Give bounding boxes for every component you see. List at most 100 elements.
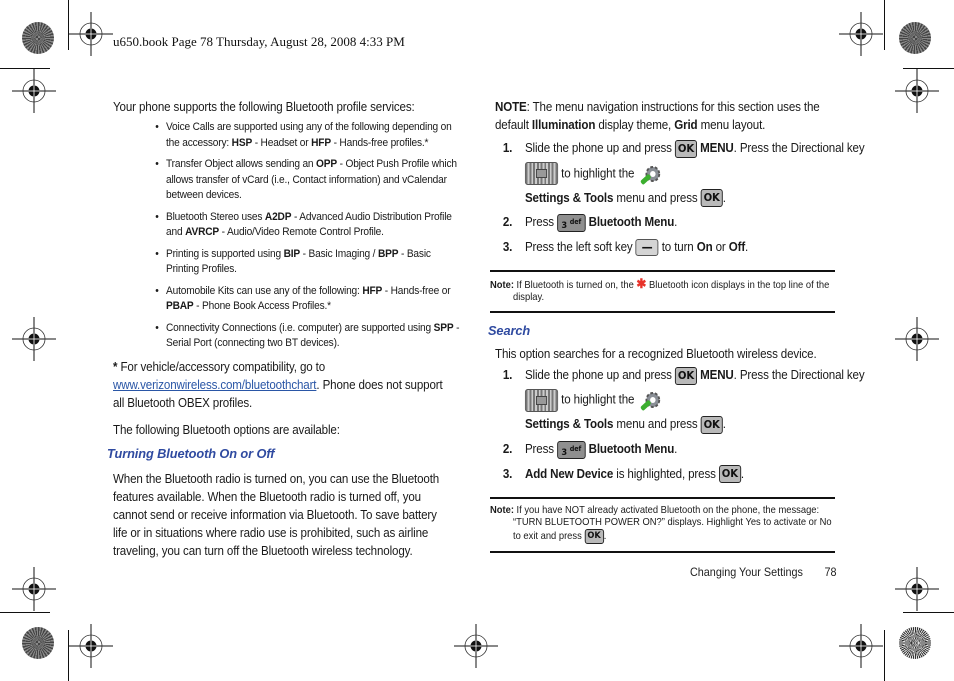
crosshair-mark [12, 317, 56, 361]
crosshair-mark [839, 12, 883, 56]
crosshair-mark [12, 69, 56, 113]
ok-key-icon: OK [700, 189, 723, 208]
profile-code: OPP [316, 158, 337, 170]
step-number: 3. [502, 239, 513, 254]
key-digit: 3 [561, 220, 567, 231]
profile-code: A2DP [264, 210, 292, 223]
settings-tools-icon [637, 160, 663, 188]
step-number: 1. [502, 141, 513, 155]
footnote: * For vehicle/accessory compatibility, g… [113, 358, 453, 412]
crosshair-mark [895, 567, 939, 611]
step-text: Press [524, 441, 557, 456]
ok-key-icon: OK [718, 465, 741, 484]
ok-key-icon: OK [674, 139, 697, 158]
profile-code: SPP [433, 321, 454, 334]
profile-code: HFP [362, 284, 383, 297]
bluetooth-menu-label: Bluetooth Menu [588, 215, 675, 229]
key-3-def-icon: 3 def [556, 440, 586, 459]
search-step-2: 2. Press 3 def Bluetooth Menu. [490, 440, 869, 459]
bluetooth-chart-link[interactable]: www.verizonwireless.com/bluetoothchart [113, 378, 317, 392]
off-label: Off [728, 239, 746, 254]
search-intro: This option searches for a recognized Bl… [495, 346, 817, 361]
settings-tools-icon [637, 386, 663, 414]
page-footer: Changing Your Settings 78 [690, 565, 837, 579]
section-heading-search: Search [488, 322, 531, 338]
profile-item: Transfer Object allows sending an OPP - … [155, 157, 464, 204]
note-label: Note: [490, 279, 514, 291]
print-slug: u650.book Page 78 Thursday, August 28, 2… [113, 34, 405, 49]
profile-text: - Hands-free profiles.* [330, 136, 429, 149]
crosshair-mark [12, 567, 56, 611]
note-illumination: Illumination [531, 118, 596, 132]
step-number: 3. [502, 466, 513, 481]
footnote-text: For vehicle/accessory compatibility, go … [117, 359, 326, 374]
step-text: . Press the Directional key [733, 141, 865, 155]
bluetooth-menu-label: Bluetooth Menu [588, 441, 675, 456]
add-new-device-label: Add New Device [524, 466, 614, 481]
profile-text: Connectivity Connections (i.e. computer)… [166, 321, 434, 334]
profile-code: AVRCP [185, 226, 220, 238]
crosshair-mark [69, 12, 113, 56]
options-intro: The following Bluetooth options are avai… [113, 422, 340, 437]
profile-code: HFP [311, 136, 331, 149]
step-2: 2. Press 3 def Bluetooth Menu. [490, 213, 869, 232]
step-text: to highlight the [561, 392, 638, 407]
step-text: to turn [661, 239, 697, 254]
bluetooth-icon: ✱ [636, 275, 647, 291]
step-text: . [722, 417, 726, 432]
crosshair-mark [454, 624, 498, 668]
profile-text: - Headset or [252, 136, 312, 149]
step-number: 2. [502, 441, 513, 456]
step-text: Press the left soft key [524, 239, 636, 254]
step-text: or [712, 239, 729, 254]
on-label: On [696, 239, 713, 254]
ok-key-icon: OK [674, 366, 697, 385]
profile-text: - Hands-free or [382, 284, 451, 297]
step-1: 1. Slide the phone up and press OK MENU.… [490, 138, 869, 209]
profile-item: Automobile Kits can use any of the follo… [155, 284, 464, 315]
step-text: . [722, 190, 726, 205]
directional-key-icon [524, 388, 559, 412]
section-heading-turning-on-off: Turning Bluetooth On or Off [107, 445, 275, 461]
left-column: Your phone supports the following Blueto… [107, 98, 459, 560]
note-grid: Grid [674, 118, 698, 132]
step-number: 1. [502, 367, 513, 382]
note-text: menu layout. [697, 118, 766, 132]
section-body: When the Bluetooth radio is turned on, y… [113, 471, 440, 558]
directional-key-icon [524, 162, 559, 185]
note-label: Note: [490, 505, 514, 517]
step-text: . [740, 466, 745, 481]
profile-code: BIP [283, 247, 301, 260]
menu-label: MENU [700, 367, 734, 382]
profile-text: - Audio/Video Remote Control Profile. [219, 226, 384, 238]
crosshair-mark [895, 69, 939, 113]
step-text: . [674, 441, 678, 456]
profile-item: Connectivity Connections (i.e. computer)… [155, 321, 464, 352]
settings-tools-label: Settings & Tools [524, 190, 614, 205]
crosshair-mark [69, 624, 113, 668]
profile-code: PBAP [166, 300, 194, 312]
key-digit: 3 [561, 447, 567, 458]
key-letters: def [569, 217, 582, 226]
key-3-def-icon: 3 def [556, 213, 586, 232]
search-step-3: 3. Add New Device is highlighted, press … [490, 465, 869, 484]
settings-tools-label: Settings & Tools [524, 417, 614, 432]
profile-code: HSP [231, 136, 253, 149]
step-text: Slide the phone up and press [524, 141, 675, 155]
step-text: . Press the Directional key [733, 367, 865, 382]
profile-text: Printing is supported using [166, 247, 284, 260]
footer-section-title: Changing Your Settings [690, 565, 803, 579]
step-number: 2. [502, 215, 513, 229]
note-bluetooth-icon: Note: If Bluetooth is turned on, the ✱ B… [490, 269, 836, 313]
crosshair-mark [895, 317, 939, 361]
profile-text: Automobile Kits can use any of the follo… [166, 284, 363, 297]
step-text: menu and press [613, 417, 701, 432]
profile-item: Bluetooth Stereo uses A2DP - Advanced Au… [155, 210, 464, 241]
note-text: If you have NOT already activated Blueto… [513, 505, 832, 543]
ok-key-icon: OK [584, 529, 604, 545]
profile-item: Printing is supported using BIP - Basic … [155, 247, 464, 278]
right-column: NOTE: The menu navigation instructions f… [488, 98, 865, 554]
profile-item: Voice Calls are supported using any of t… [155, 120, 464, 151]
ok-key-icon: OK [700, 416, 723, 435]
menu-label: MENU [700, 141, 734, 155]
